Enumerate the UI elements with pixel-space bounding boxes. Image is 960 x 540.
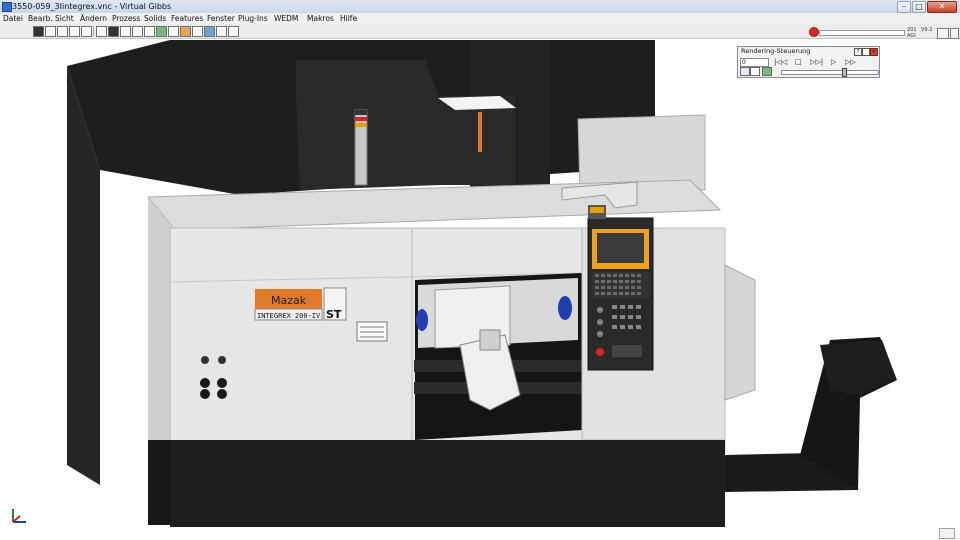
axis-triad-icon [12, 509, 26, 523]
toolbar-label-side: V9.2 [921, 27, 933, 33]
left-knob-4 [217, 389, 227, 399]
section-icon[interactable] [168, 26, 179, 37]
maximize-button[interactable]: □ [912, 1, 926, 13]
brand-label: Mazak [271, 294, 307, 307]
status-bar [0, 527, 960, 540]
rendering-control-panel: Rendering-Steuerung ? × 0 |◁◁ □ ▷▷| ▷ ▷▷ [737, 46, 880, 78]
shade-icon[interactable] [108, 26, 119, 37]
model-label: INTEGREX 200-IV [257, 312, 321, 320]
speed-slider-thumb[interactable] [842, 68, 847, 77]
fast-forward-button[interactable]: ▷▷ [845, 58, 856, 66]
menu-wedm[interactable]: WEDM [274, 13, 298, 24]
rendering-pin-button[interactable] [862, 48, 870, 56]
grid-icon[interactable] [228, 26, 239, 37]
menu-hilfe[interactable]: Hilfe [340, 13, 357, 24]
menu-datei[interactable]: Datei [3, 13, 23, 24]
menu-prozess[interactable]: Prozess [112, 13, 140, 24]
menu-features[interactable]: Features [171, 13, 203, 24]
side-icon-1[interactable] [950, 28, 959, 39]
measure-icon[interactable] [216, 26, 227, 37]
menu-bearb[interactable]: Bearb. [28, 13, 53, 24]
side-view-icon[interactable] [69, 26, 80, 37]
right-chuck [558, 296, 572, 320]
texture-icon[interactable] [180, 26, 191, 37]
step-forward-button[interactable]: ▷▷| [810, 58, 823, 66]
left-knob-3 [200, 389, 210, 399]
top-view-icon[interactable] [81, 26, 92, 37]
progress-field [819, 30, 905, 36]
headstock-block [296, 60, 440, 190]
title-bar: 3550-059_3Iintegrex.vnc - Virtual Gibbs … [0, 0, 960, 14]
menu-fenster[interactable]: Fenster [207, 13, 235, 24]
menu-solids[interactable]: Solids [144, 13, 166, 24]
menu-makros[interactable]: Makros [307, 13, 334, 24]
window-title: 3550-059_3Iintegrex.vnc - Virtual Gibbs [12, 2, 172, 11]
rewind-button[interactable]: |◁◁ [774, 58, 787, 66]
solid-icon[interactable] [156, 26, 167, 37]
menu-aendern[interactable]: Ändern [80, 13, 107, 24]
record-icon[interactable] [809, 27, 819, 37]
hidden-line-icon[interactable] [132, 26, 143, 37]
render-dropdown-icon[interactable] [750, 67, 760, 76]
resize-grip-icon[interactable] [939, 528, 955, 539]
render-icon[interactable] [204, 26, 215, 37]
orange-rod [478, 112, 482, 152]
upper-cover [440, 96, 515, 185]
signal-tower [354, 109, 368, 186]
left-knob-2 [217, 378, 227, 388]
rendering-close-button[interactable]: × [870, 48, 878, 56]
cnc-screen [597, 233, 644, 263]
machine-base [170, 440, 725, 527]
zoom-icon[interactable] [96, 26, 107, 37]
front-view-icon[interactable] [57, 26, 68, 37]
rendering-panel-title: Rendering-Steuerung [741, 47, 811, 55]
minimize-button[interactable]: – [897, 1, 911, 13]
menu-sicht[interactable]: Sicht [55, 13, 74, 24]
rotate-icon[interactable] [144, 26, 155, 37]
model-suffix-label: ST [326, 308, 342, 321]
speed-slider[interactable] [781, 68, 879, 77]
3d-viewport[interactable]: Mazak INTEGREX 200-IV ST [0, 39, 960, 527]
play-button[interactable]: ▷ [831, 58, 836, 66]
wireframe-icon[interactable] [120, 26, 131, 37]
new-document-icon[interactable] [937, 28, 949, 39]
iso-view-icon[interactable] [45, 26, 56, 37]
render-mode-icon[interactable] [762, 67, 772, 76]
right-side-box [724, 264, 756, 401]
menu-bar: Datei Bearb. Sicht Ändern Prozess Solids… [0, 13, 960, 24]
rendering-help-button[interactable]: ? [854, 48, 862, 56]
app-icon [2, 2, 12, 12]
render-view-icon[interactable] [740, 67, 750, 76]
frame-input[interactable]: 0 [740, 58, 769, 67]
right-upper-housing [577, 114, 706, 191]
stop-button[interactable]: □ [795, 58, 802, 66]
light-icon[interactable] [192, 26, 203, 37]
menu-plugins[interactable]: Plug-Ins [238, 13, 268, 24]
machine-model: Mazak INTEGREX 200-IV ST [67, 40, 897, 527]
left-chuck [416, 309, 428, 331]
left-knob-1 [200, 378, 210, 388]
emergency-stop [596, 348, 604, 356]
close-button[interactable]: ✕ [927, 1, 957, 13]
view-frame-icon[interactable] [33, 26, 44, 37]
